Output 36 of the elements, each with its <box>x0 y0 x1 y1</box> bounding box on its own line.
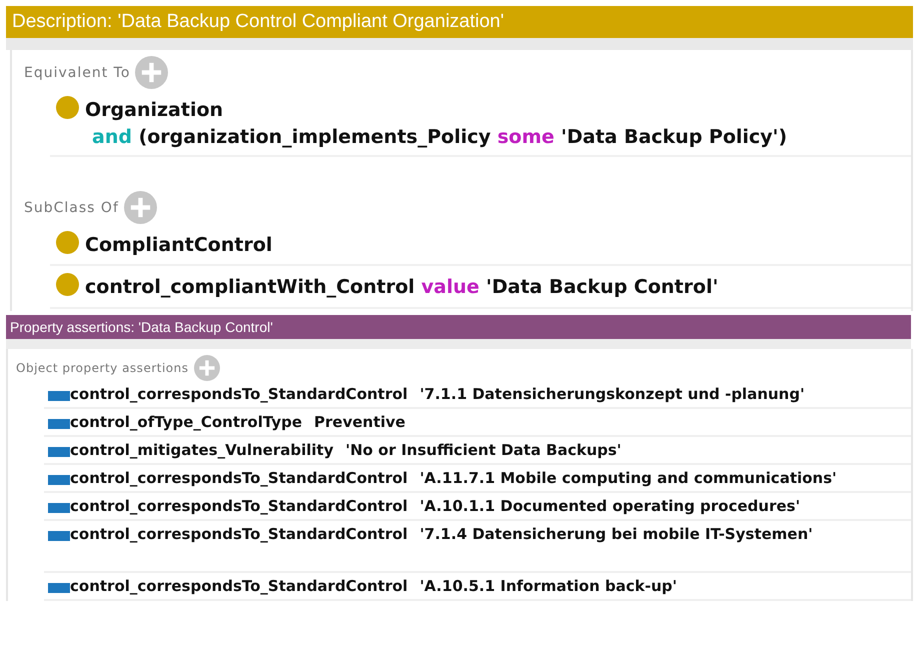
add-icon[interactable] <box>135 56 168 89</box>
view-header: Property assertions: 'Data Backup Control' <box>6 314 911 349</box>
property-icon <box>48 530 70 541</box>
property-icon <box>48 474 70 485</box>
property-icon <box>48 446 70 457</box>
property-value[interactable]: 'A.10.5.1 Information back-up' <box>420 576 677 595</box>
property-value[interactable]: '7.1.4 Datensicherung bei mobile IT-Systemen' <box>420 524 813 543</box>
class-icon <box>56 273 79 296</box>
class-icon <box>56 96 79 119</box>
add-icon[interactable] <box>194 354 220 381</box>
property-name[interactable]: control_correspondsTo_StandardControl <box>70 384 408 403</box>
expression-text[interactable]: control_compliantWith_Control value 'Data Backup Control' <box>85 272 718 303</box>
property-name[interactable]: control_mitigates_Vulnerability <box>70 440 334 459</box>
property-name[interactable]: control_correspondsTo_StandardControl <box>70 524 408 543</box>
property-icon <box>48 502 70 513</box>
property-value[interactable]: 'A.11.7.1 Mobile computing and communications' <box>420 468 837 487</box>
section-label: Equivalent To <box>24 64 130 80</box>
property-name[interactable]: control_correspondsTo_StandardControl <box>70 576 408 595</box>
property-icon <box>48 418 70 429</box>
property-value[interactable]: '7.1.1 Datensicherungskonzept und -planung' <box>420 384 805 403</box>
property-icon <box>48 582 70 593</box>
property-name[interactable]: control_ofType_ControlType <box>70 412 302 431</box>
property-value[interactable]: 'A.10.1.1 Documented operating procedures' <box>420 496 800 515</box>
property-value[interactable]: Preventive <box>314 412 406 431</box>
view-header: Description: 'Data Backup Control Compliant Organization' <box>6 6 913 50</box>
property-name[interactable]: control_correspondsTo_StandardControl <box>70 468 408 487</box>
class-icon <box>56 231 79 254</box>
property-name[interactable]: control_correspondsTo_StandardControl <box>70 496 408 515</box>
property-value[interactable]: 'No or Insufficient Data Backups' <box>345 440 622 459</box>
property-icon <box>48 390 70 401</box>
section-label: SubClass Of <box>24 200 119 216</box>
expression-text[interactable]: and (organization_implements_Policy some 'Data Backup Policy') <box>92 125 788 152</box>
expression-text[interactable]: Organization <box>85 95 224 126</box>
expression-text[interactable]: CompliantControl <box>85 230 272 260</box>
section-label: Object property assertions <box>16 360 188 375</box>
add-icon[interactable] <box>124 191 157 224</box>
